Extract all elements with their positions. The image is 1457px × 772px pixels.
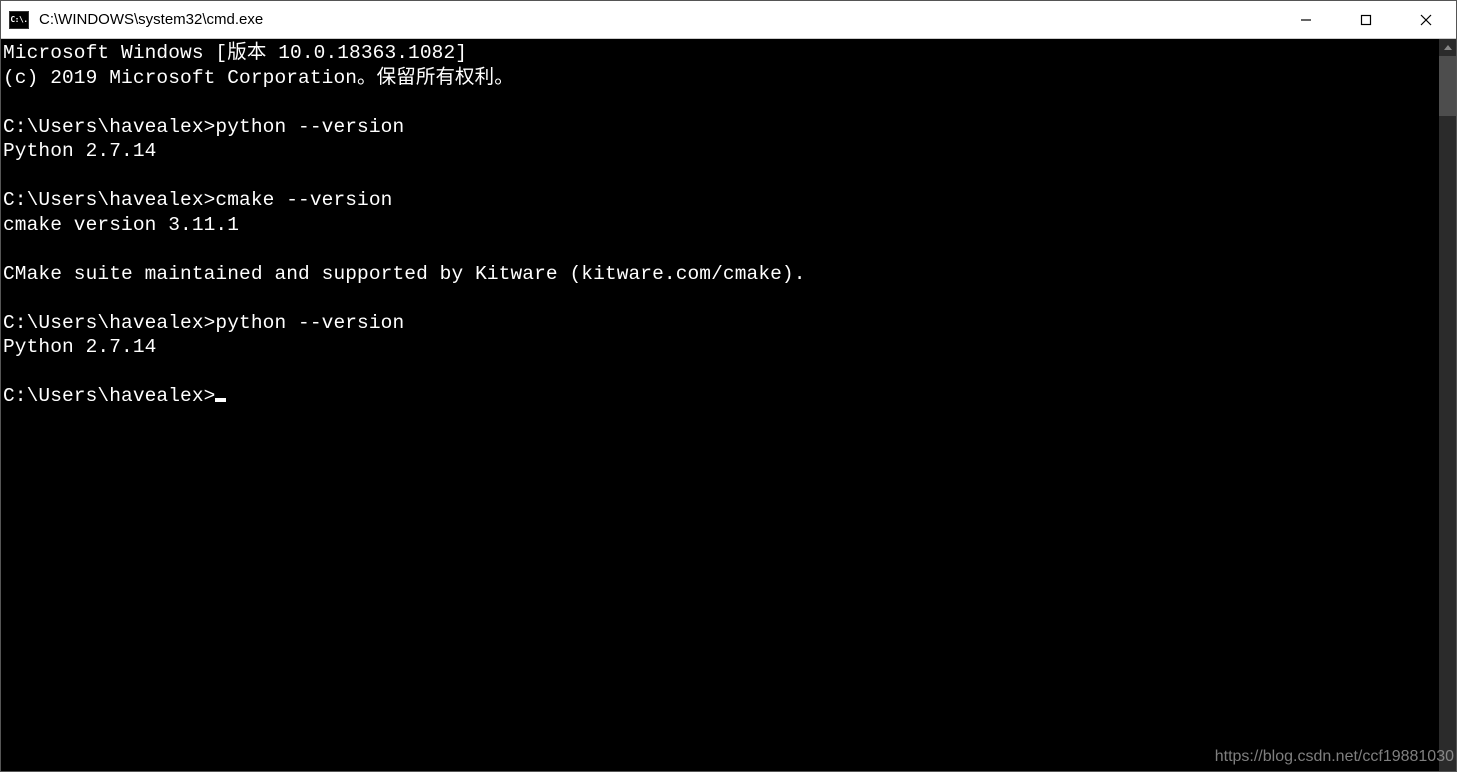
cmd-icon-text: C:\. (10, 15, 27, 24)
close-button[interactable] (1396, 1, 1456, 38)
watermark-text: https://blog.csdn.net/ccf19881030 (1215, 748, 1454, 766)
terminal-area[interactable]: Microsoft Windows [版本 10.0.18363.1082] (… (1, 39, 1456, 771)
terminal-output: Microsoft Windows [版本 10.0.18363.1082] (… (1, 39, 1456, 411)
scrollbar-thumb[interactable] (1439, 56, 1456, 116)
minimize-icon (1300, 14, 1312, 26)
scrollbar-vertical[interactable] (1439, 39, 1456, 771)
cmd-icon: C:\. (9, 11, 29, 29)
minimize-button[interactable] (1276, 1, 1336, 38)
cmd-window: C:\. C:\WINDOWS\system32\cmd.exe Microso… (0, 0, 1457, 772)
titlebar[interactable]: C:\. C:\WINDOWS\system32\cmd.exe (1, 1, 1456, 39)
maximize-icon (1360, 14, 1372, 26)
maximize-button[interactable] (1336, 1, 1396, 38)
scrollbar-up-arrow-icon[interactable] (1439, 39, 1456, 56)
close-icon (1420, 14, 1432, 26)
window-title: C:\WINDOWS\system32\cmd.exe (39, 11, 263, 28)
terminal-cursor (215, 398, 226, 402)
window-controls (1276, 1, 1456, 38)
